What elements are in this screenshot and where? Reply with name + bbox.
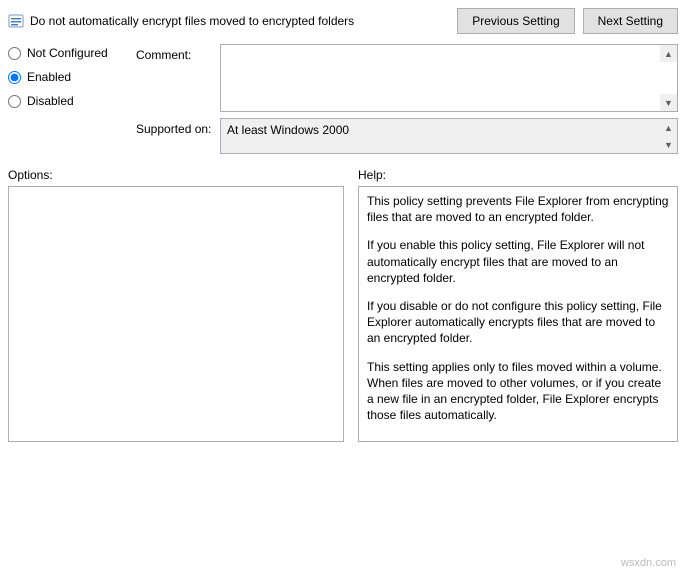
radio-not-configured-label: Not Configured bbox=[27, 46, 108, 60]
policy-title: Do not automatically encrypt files moved… bbox=[30, 14, 354, 28]
supported-value: At least Windows 2000 bbox=[221, 119, 660, 153]
scroll-up-icon[interactable]: ▲ bbox=[660, 45, 677, 62]
comment-field-wrap: ▲ ▼ bbox=[220, 44, 678, 112]
radio-enabled-label: Enabled bbox=[27, 70, 71, 84]
help-panel: This policy setting prevents File Explor… bbox=[358, 186, 678, 442]
help-paragraph: If you enable this policy setting, File … bbox=[367, 237, 669, 286]
lower-sections: Options: Help: This policy setting preve… bbox=[8, 168, 678, 442]
radio-disabled-input[interactable] bbox=[8, 95, 21, 108]
radio-group: Not Configured Enabled Disabled bbox=[8, 44, 118, 160]
header-row: Do not automatically encrypt files moved… bbox=[8, 8, 678, 34]
radio-disabled[interactable]: Disabled bbox=[8, 94, 118, 108]
help-paragraph: This policy setting prevents File Explor… bbox=[367, 193, 669, 225]
scroll-down-icon[interactable]: ▼ bbox=[660, 136, 677, 153]
options-column: Options: bbox=[8, 168, 344, 442]
comment-scrollbar[interactable]: ▲ ▼ bbox=[660, 45, 677, 111]
help-column: Help: This policy setting prevents File … bbox=[358, 168, 678, 442]
scroll-up-icon[interactable]: ▲ bbox=[660, 119, 677, 136]
fields-column: Comment: ▲ ▼ Supported on: At least Wind… bbox=[136, 44, 678, 160]
nav-buttons: Previous Setting Next Setting bbox=[457, 8, 678, 34]
supported-scrollbar[interactable]: ▲ ▼ bbox=[660, 119, 677, 153]
radio-enabled[interactable]: Enabled bbox=[8, 70, 118, 84]
comment-row: Comment: ▲ ▼ bbox=[136, 44, 678, 112]
options-label: Options: bbox=[8, 168, 344, 182]
next-setting-button[interactable]: Next Setting bbox=[583, 8, 678, 34]
radio-not-configured[interactable]: Not Configured bbox=[8, 46, 118, 60]
supported-row: Supported on: At least Windows 2000 ▲ ▼ bbox=[136, 118, 678, 154]
config-area: Not Configured Enabled Disabled Comment:… bbox=[8, 44, 678, 160]
scroll-down-icon[interactable]: ▼ bbox=[660, 94, 677, 111]
previous-setting-button[interactable]: Previous Setting bbox=[457, 8, 574, 34]
comment-label: Comment: bbox=[136, 44, 220, 62]
policy-icon bbox=[8, 13, 24, 29]
radio-enabled-input[interactable] bbox=[8, 71, 21, 84]
supported-field-wrap: At least Windows 2000 ▲ ▼ bbox=[220, 118, 678, 154]
help-paragraph: This setting applies only to files moved… bbox=[367, 359, 669, 424]
options-panel bbox=[8, 186, 344, 442]
help-paragraph: If you disable or do not configure this … bbox=[367, 298, 669, 347]
watermark: wsxdn.com bbox=[621, 557, 676, 569]
comment-input[interactable] bbox=[221, 45, 660, 111]
supported-label: Supported on: bbox=[136, 118, 220, 136]
radio-disabled-label: Disabled bbox=[27, 94, 74, 108]
radio-not-configured-input[interactable] bbox=[8, 47, 21, 60]
help-label: Help: bbox=[358, 168, 678, 182]
